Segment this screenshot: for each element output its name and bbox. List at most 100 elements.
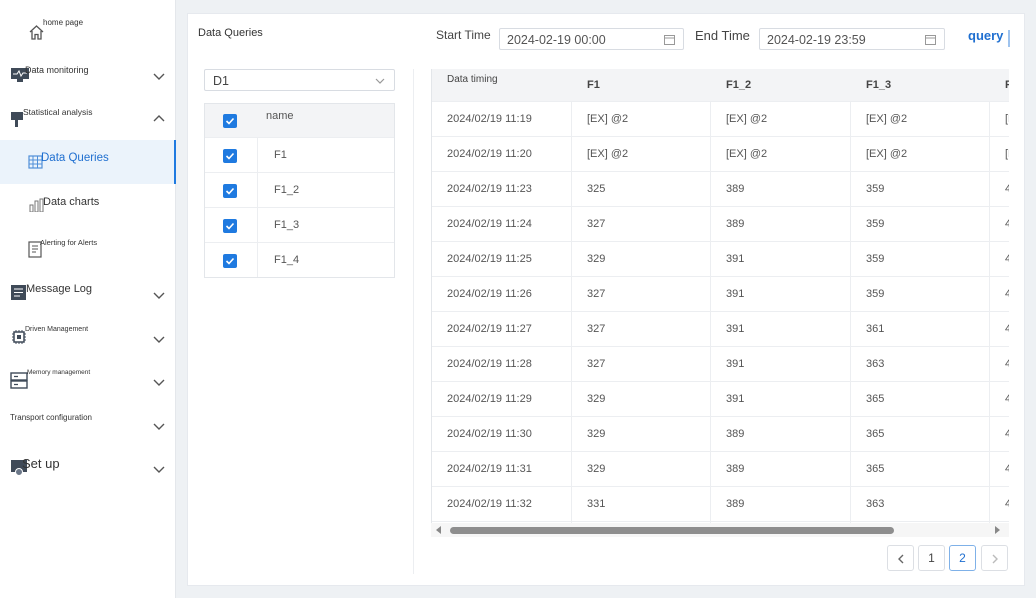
cell-text: [EX] @2	[1005, 148, 1009, 160]
sidebar-item-label: Set up	[22, 456, 60, 471]
sidebar-item-label: Data charts	[43, 196, 100, 208]
cell-text: [EX] @2	[726, 113, 768, 125]
table-row: 2024/02/19 11:20 [EX] @2 [EX] @2 [EX] @2 [EX…	[432, 137, 1009, 172]
cell-text: 361	[866, 323, 885, 335]
sidebar-item-label: Alerting for Alerts	[40, 238, 98, 247]
calendar-icon	[925, 35, 936, 45]
scroll-right-icon[interactable]	[995, 526, 1000, 534]
next-page-button[interactable]	[981, 545, 1008, 571]
data-table: Data timing F1 F1_2 F1_3 F1_4 2024/02/19 11:1…	[431, 69, 1009, 534]
horizontal-scrollbar[interactable]	[431, 523, 1009, 537]
row-checkbox[interactable]	[223, 254, 237, 268]
cell-text: 329	[587, 253, 606, 265]
prev-page-button[interactable]	[887, 545, 914, 571]
cell-text: 4	[1005, 253, 1009, 265]
main-panel: Data Queries Start Time 2024-02-19 00:00…	[187, 13, 1025, 586]
sidebar-item-transport-configuration[interactable]: Transport configuration	[0, 408, 176, 444]
check-icon	[225, 222, 235, 230]
sidebar-item-alerts[interactable]: Alerting for Alerts	[0, 232, 176, 268]
column-header-label: F1_2	[726, 79, 752, 91]
column-header-label: F1_4	[1005, 79, 1009, 91]
end-time-input[interactable]: 2024-02-19 23:59	[759, 28, 945, 50]
check-icon	[225, 117, 235, 125]
chevron-down-icon	[153, 336, 165, 343]
cell-text: 363	[866, 358, 885, 370]
check-icon	[225, 152, 235, 160]
cell-text: 2024/02/19 11:19	[447, 113, 532, 125]
sidebar-item-set-up[interactable]: Set up	[0, 452, 176, 486]
cell-text: 2024/02/19 11:27	[447, 323, 532, 335]
table-row: 2024/02/19 11:23 325 389 359 4	[432, 172, 1009, 207]
sidebar-item-label: Statistical analysis	[23, 107, 93, 117]
page-1-button[interactable]: 1	[918, 545, 945, 571]
select-all-checkbox[interactable]	[223, 114, 237, 128]
cell-text: 389	[726, 183, 745, 195]
cell-text: 2024/02/19 11:32	[447, 498, 532, 510]
chevron-down-icon	[153, 466, 165, 473]
cell-text: 327	[587, 218, 606, 230]
cell-text: 325	[587, 183, 606, 195]
row-name: F1_3	[274, 219, 300, 231]
row-checkbox[interactable]	[223, 219, 237, 233]
sidebar-item-data-queries[interactable]: Data Queries	[0, 140, 176, 184]
table-row: 2024/02/19 11:31 329 389 365 4	[432, 452, 1009, 487]
page-2-button[interactable]: 2	[949, 545, 976, 571]
sidebar-item-label: Data Queries	[41, 152, 109, 164]
sidebar-item-statistical-analysis[interactable]: Statistical analysis	[0, 102, 176, 138]
cell-text: 4	[1005, 323, 1009, 335]
row-name: F1_4	[274, 254, 300, 266]
cell-text: 4	[1005, 428, 1009, 440]
chevron-right-icon	[992, 554, 998, 564]
table-row: 2024/02/19 11:30 329 389 365 4	[432, 417, 1009, 452]
table-row: 2024/02/19 11:28 327 391 363 4	[432, 347, 1009, 382]
chevron-down-icon	[375, 78, 385, 84]
cell-text: 327	[587, 288, 606, 300]
scrollbar-thumb[interactable]	[450, 527, 894, 534]
column-header-label: Data timing	[447, 74, 498, 85]
cell-text: 329	[587, 463, 606, 475]
table-row: 2024/02/19 11:24 327 389 359 4	[432, 207, 1009, 242]
cell-text: 389	[726, 218, 745, 230]
sidebar-item-memory-management[interactable]: Memory management	[0, 364, 176, 400]
sidebar-item-driven-management[interactable]: Driven Management	[0, 320, 176, 356]
chevron-down-icon	[153, 73, 165, 80]
cell-text: [EX] @2	[866, 148, 908, 160]
start-time-input[interactable]: 2024-02-19 00:00	[499, 28, 684, 50]
device-select[interactable]: D1	[204, 69, 395, 91]
cell-text: 4	[1005, 393, 1009, 405]
row-checkbox[interactable]	[223, 184, 237, 198]
cell-text: 391	[726, 393, 745, 405]
calendar-icon	[664, 35, 675, 45]
start-time-label: Start Time	[436, 28, 491, 42]
sidebar-item-data-charts[interactable]: Data charts	[0, 188, 176, 224]
cell-text: 4	[1005, 288, 1009, 300]
cell-text: 359	[866, 218, 885, 230]
cell-text: 4	[1005, 183, 1009, 195]
check-icon	[225, 187, 235, 195]
cell-text: 359	[866, 288, 885, 300]
storage-icon	[10, 372, 28, 389]
sidebar-item-message-log[interactable]: Message Log	[0, 278, 176, 312]
log-icon	[11, 285, 26, 300]
cell-text: 389	[726, 463, 745, 475]
table-row: F1_2	[205, 173, 394, 208]
sidebar-item-data-monitoring[interactable]: Data monitoring	[0, 60, 176, 94]
cell-text: 4	[1005, 463, 1009, 475]
cell-text: 329	[587, 428, 606, 440]
cell-text: 365	[866, 393, 885, 405]
name-column-header: name	[266, 110, 294, 122]
cell-text: [EX] @2	[866, 113, 908, 125]
sidebar-item-home[interactable]: home page	[0, 14, 176, 50]
query-button[interactable]: query	[968, 28, 1003, 43]
row-checkbox[interactable]	[223, 149, 237, 163]
chevron-up-icon	[153, 115, 165, 122]
cell-text: 2024/02/19 11:31	[447, 463, 532, 475]
chevron-down-icon	[153, 423, 165, 430]
page-title: Data Queries	[198, 27, 263, 39]
table-row: 2024/02/19 11:32 331 389 363 4	[432, 487, 1009, 522]
table-row: F1	[205, 138, 394, 173]
cell-text: 389	[726, 428, 745, 440]
cell-text: 365	[866, 428, 885, 440]
cell-text: 365	[866, 463, 885, 475]
scroll-left-icon[interactable]	[436, 526, 441, 534]
